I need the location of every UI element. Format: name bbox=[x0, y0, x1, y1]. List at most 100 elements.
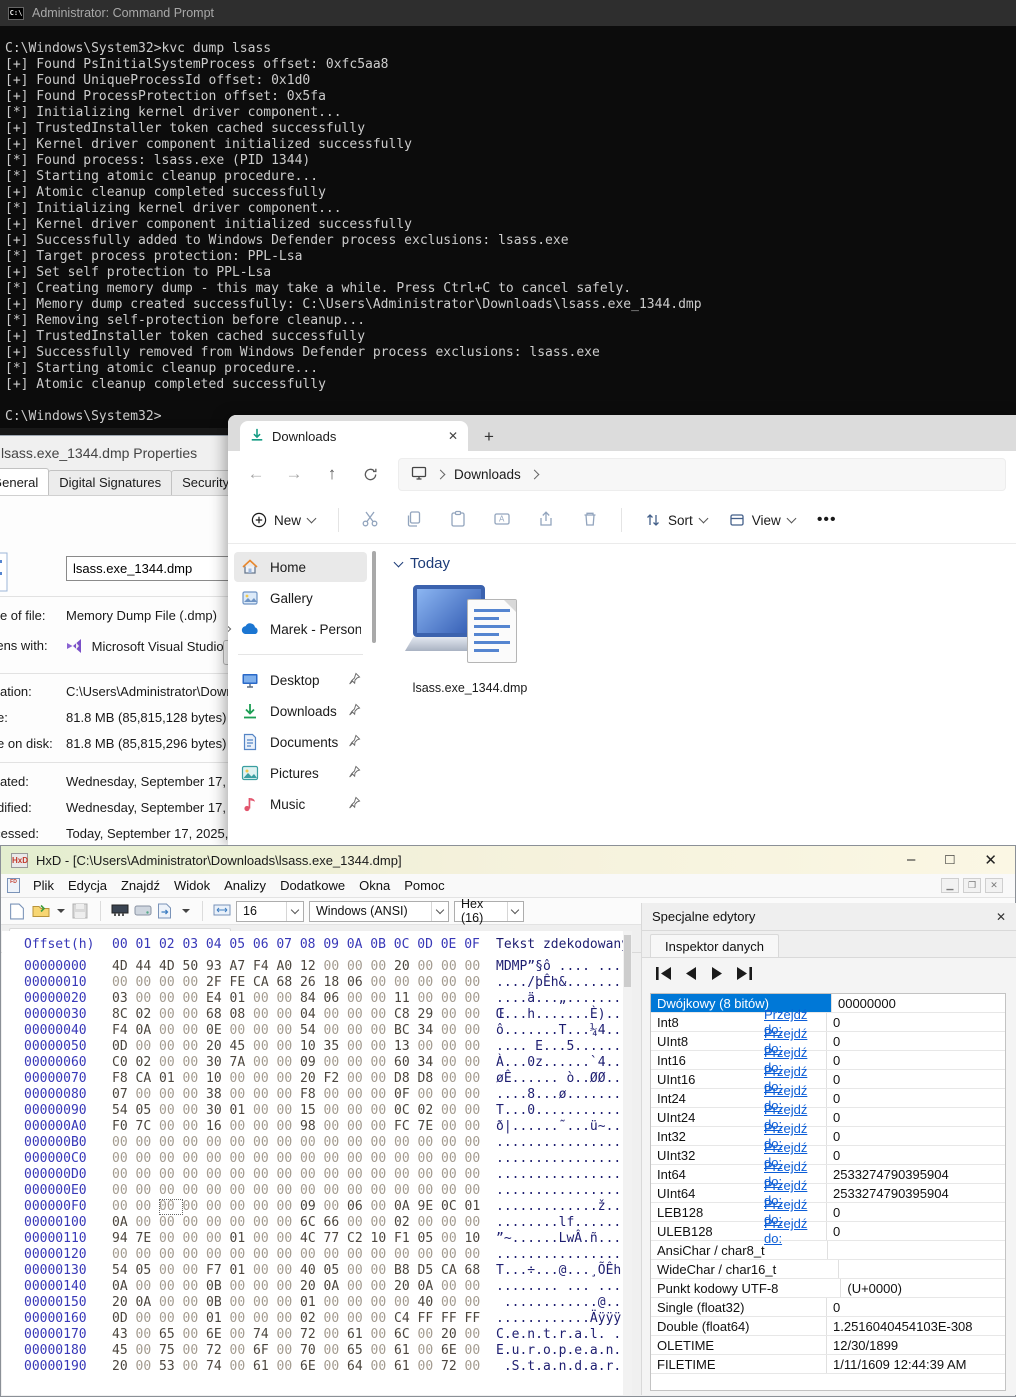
inspector-row-double-float64-[interactable]: Double (float64)1.2516040454103E-308 bbox=[651, 1317, 1005, 1336]
inspector-row-int24[interactable]: Int24Przejdź do:0 bbox=[651, 1089, 1005, 1108]
hex-row[interactable]: 00000010000000002FFECA682618060000000000… bbox=[2, 975, 632, 991]
hex-row[interactable]: 00000170430065006E007400720061006C002000… bbox=[2, 1327, 632, 1343]
cmd-title-bar[interactable]: C:\ Administrator: Command Prompt bbox=[0, 0, 1016, 26]
menu-edycja[interactable]: Edycja bbox=[61, 875, 114, 896]
hex-row[interactable]: 000000A0F07C00001600000098000000FC7E0000… bbox=[2, 1119, 632, 1135]
hex-bytes[interactable]: F07C00001600000098000000FC7E0000 bbox=[112, 1119, 488, 1135]
inspector-value[interactable]: 0 bbox=[826, 1070, 1005, 1088]
hex-row[interactable]: 000001400A0000000B000000200A0000200A0000… bbox=[2, 1279, 632, 1295]
inspector-row-leb128[interactable]: LEB128Przejdź do:0 bbox=[651, 1203, 1005, 1222]
inspector-value[interactable]: 0 bbox=[826, 1051, 1005, 1069]
inspector-row-uint32[interactable]: UInt32Przejdź do:0 bbox=[651, 1146, 1005, 1165]
menu-widok[interactable]: Widok bbox=[167, 875, 217, 896]
hex-bytes[interactable]: 00000000000000000000000000000000 bbox=[112, 1183, 488, 1199]
inspector-row-int32[interactable]: Int32Przejdź do:0 bbox=[651, 1127, 1005, 1146]
delete-button[interactable] bbox=[581, 510, 599, 531]
hex-bytes[interactable]: F40A00000E00000054000000BC340000 bbox=[112, 1023, 488, 1039]
inspector-row-filetime[interactable]: FILETIME1/11/1609 12:44:39 AM bbox=[651, 1355, 1005, 1374]
hex-row[interactable]: 0000012000000000000000000000000000000000… bbox=[2, 1247, 632, 1263]
hex-bytes[interactable]: 8C0200006808000004000000C8290000 bbox=[112, 1007, 488, 1023]
hex-row[interactable]: 000000D000000000000000000000000000000000… bbox=[2, 1167, 632, 1183]
base-select[interactable]: Hex (16) bbox=[454, 901, 524, 922]
paste-button[interactable] bbox=[449, 510, 467, 531]
inspector-value[interactable]: 0 bbox=[826, 1032, 1005, 1050]
inspector-row-int16[interactable]: Int16Przejdź do:0 bbox=[651, 1051, 1005, 1070]
forward-button[interactable]: → bbox=[276, 458, 312, 490]
inspector-row-int64[interactable]: Int64Przejdź do:2533274790395904 bbox=[651, 1165, 1005, 1184]
inspector-value[interactable]: 0 bbox=[826, 1298, 1005, 1316]
menu-plik[interactable]: Plik bbox=[26, 875, 61, 896]
sort-button[interactable]: Sort bbox=[636, 505, 716, 535]
breadcrumb[interactable]: Downloads bbox=[454, 467, 521, 482]
hex-bytes[interactable]: 00000000000000000000000000000000 bbox=[112, 1151, 488, 1167]
hex-bytes[interactable]: 0000000000000000090006000A9E0C01 bbox=[112, 1199, 488, 1215]
disk-icon[interactable] bbox=[134, 903, 152, 920]
hex-scrollbar[interactable] bbox=[623, 931, 632, 1395]
hex-row[interactable]: 00000110947E0000000100004C77C210F1050010… bbox=[2, 1231, 632, 1247]
mdi-close-icon[interactable]: ✕ bbox=[985, 878, 1003, 893]
hex-bytes[interactable]: 5405000030010000150000000C020000 bbox=[112, 1103, 488, 1119]
address-bar[interactable]: Downloads bbox=[398, 458, 1006, 491]
sidebar-item-marek-persona[interactable]: Marek - Persona bbox=[234, 614, 367, 644]
previous-byte-button[interactable] bbox=[684, 966, 699, 981]
inspector-row-single-float32-[interactable]: Single (float32)0 bbox=[651, 1298, 1005, 1317]
inspector-value[interactable]: 0 bbox=[826, 1108, 1005, 1126]
hex-bytes[interactable]: 00000000000000000000000000000000 bbox=[112, 1167, 488, 1183]
menu-dodatkowe[interactable]: Dodatkowe bbox=[273, 875, 352, 896]
open-dropdown-icon[interactable] bbox=[57, 909, 65, 913]
inspector-row-ansichar-char8-t[interactable]: AnsiChar / char8_t bbox=[651, 1241, 1005, 1260]
export-dropdown-icon[interactable] bbox=[182, 909, 190, 913]
hex-bytes[interactable]: 0D000000204500001035000013000000 bbox=[112, 1039, 488, 1055]
menu-znajdź[interactable]: Znajdź bbox=[114, 875, 167, 896]
encoding-select[interactable]: Windows (ANSI) bbox=[309, 901, 449, 922]
data-inspector-tab[interactable]: Inspektor danych bbox=[650, 934, 779, 957]
cut-button[interactable] bbox=[361, 510, 379, 531]
mdi-restore-icon[interactable]: ❐ bbox=[963, 878, 981, 893]
hex-row[interactable]: 000000905405000030010000150000000C020000… bbox=[2, 1103, 632, 1119]
inspector-value[interactable]: 2533274790395904 bbox=[826, 1165, 1005, 1183]
sidebar-item-gallery[interactable]: Gallery bbox=[234, 583, 367, 613]
inspector-value[interactable]: 00000000 bbox=[831, 994, 1005, 1012]
up-button[interactable]: ↑ bbox=[314, 458, 350, 490]
hex-row[interactable]: 000000B000000000000000000000000000000000… bbox=[2, 1135, 632, 1151]
new-tab-button[interactable]: + bbox=[484, 427, 494, 451]
inspector-value[interactable]: 1/11/1609 12:44:39 AM bbox=[826, 1355, 1005, 1373]
inspector-row-dw-jkowy-8-bit-w-[interactable]: Dwójkowy (8 bitów)00000000 bbox=[651, 994, 1005, 1013]
inspector-row-oletime[interactable]: OLETIME12/30/1899 bbox=[651, 1336, 1005, 1355]
view-button[interactable]: View bbox=[720, 505, 804, 535]
hex-bytes[interactable]: 0A0000000B000000200A0000200A0000 bbox=[112, 1279, 488, 1295]
inspector-row-uint24[interactable]: UInt24Przejdź do:0 bbox=[651, 1108, 1005, 1127]
first-byte-button[interactable] bbox=[654, 966, 674, 981]
hex-row[interactable]: 000000004D444D5093A7F4A01200000020000000… bbox=[2, 959, 632, 975]
hex-bytes[interactable]: 20005300740061006E00640061007200 bbox=[112, 1359, 488, 1375]
inspector-row-widechar-char16-t[interactable]: WideChar / char16_t bbox=[651, 1260, 1005, 1279]
properties-tab-digital-signatures[interactable]: Digital Signatures bbox=[48, 470, 172, 495]
sidebar-item-desktop[interactable]: Desktop bbox=[234, 665, 367, 695]
hex-bytes[interactable]: 200A00000B0000000100000000400000 bbox=[112, 1295, 488, 1311]
hex-bytes[interactable]: 03000000E40100008406000011000000 bbox=[112, 991, 488, 1007]
hex-bytes[interactable]: 0700000038000000F80000000F000000 bbox=[112, 1087, 488, 1103]
back-button[interactable]: ← bbox=[238, 458, 274, 490]
inspector-value[interactable]: 0 bbox=[826, 1127, 1005, 1145]
hex-bytes[interactable]: 947E0000000100004C77C210F1050010 bbox=[112, 1231, 488, 1247]
dump-file-item[interactable]: lsass.exe_1344.dmp bbox=[405, 585, 535, 697]
sidebar-item-music[interactable]: Music bbox=[234, 789, 367, 819]
menu-analizy[interactable]: Analizy bbox=[217, 875, 273, 896]
inspector-value[interactable]: 0 bbox=[826, 1089, 1005, 1107]
hex-bytes[interactable]: 00000000000000000000000000000000 bbox=[112, 1135, 488, 1151]
inspector-value[interactable]: 0 bbox=[826, 1146, 1005, 1164]
inspector-row-uint8[interactable]: UInt8Przejdź do:0 bbox=[651, 1032, 1005, 1051]
inspector-row-uleb128[interactable]: ULEB128Przejdź do:0 bbox=[651, 1222, 1005, 1241]
new-file-icon[interactable] bbox=[9, 903, 27, 920]
properties-tab-general[interactable]: General bbox=[0, 468, 49, 495]
hex-bytes[interactable]: 000000002FFECA682618060000000000 bbox=[112, 975, 488, 991]
hex-row[interactable]: 0000002003000000E40100008406000011000000… bbox=[2, 991, 632, 1007]
hex-bytes[interactable]: 54050000F701000040050000B8D5CA68 bbox=[112, 1263, 488, 1279]
hex-row[interactable]: 000001000A000000000000006C66000002000000… bbox=[2, 1215, 632, 1231]
tab-close-icon[interactable]: ✕ bbox=[448, 429, 458, 443]
menu-pomoc[interactable]: Pomoc bbox=[397, 875, 451, 896]
goto-link[interactable]: Przejdź do: bbox=[764, 1216, 807, 1246]
hex-editor-pane[interactable]: Offset(h) 00 01 02 03 04 05 06 07 08 09 … bbox=[2, 931, 632, 1395]
minimize-icon[interactable]: – bbox=[907, 851, 915, 869]
hex-row[interactable]: 000000800700000038000000F80000000F000000… bbox=[2, 1087, 632, 1103]
